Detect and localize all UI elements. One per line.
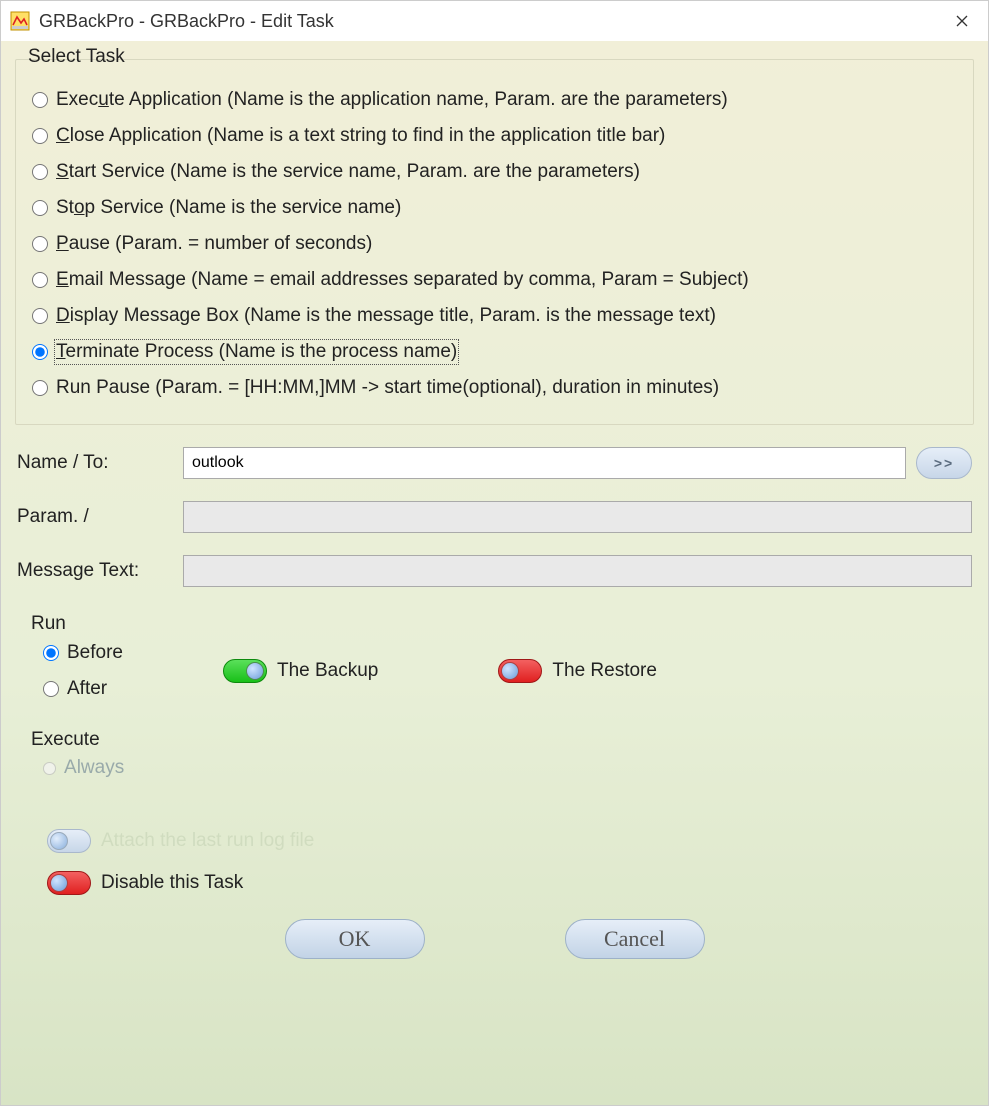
window: GRBackPro - GRBackPro - Edit Task Select… bbox=[0, 0, 989, 1106]
window-title: GRBackPro - GRBackPro - Edit Task bbox=[39, 11, 334, 32]
titlebar: GRBackPro - GRBackPro - Edit Task bbox=[1, 1, 988, 41]
select-task-legend: Select Task bbox=[24, 46, 129, 68]
app-icon bbox=[9, 10, 31, 32]
task-option-radio[interactable] bbox=[32, 128, 48, 144]
run-before-label: Before bbox=[67, 642, 123, 664]
task-option-row: Run Pause (Param. = [HH:MM,]MM -> start … bbox=[32, 370, 961, 406]
task-option-row: Pause (Param. = number of seconds) bbox=[32, 226, 961, 262]
run-section: Run Before After The Backup bbox=[31, 613, 968, 703]
run-after-radio[interactable] bbox=[43, 681, 59, 697]
task-option-radio[interactable] bbox=[32, 236, 48, 252]
attach-log-toggle bbox=[47, 829, 91, 853]
task-option-label: Stop Service (Name is the service name) bbox=[56, 197, 401, 219]
task-option-radio[interactable] bbox=[32, 380, 48, 396]
param-row: Param. / bbox=[17, 493, 972, 541]
task-option-row: Display Message Box (Name is the message… bbox=[32, 298, 961, 334]
close-icon[interactable] bbox=[944, 3, 980, 39]
run-title: Run bbox=[31, 613, 968, 635]
select-task-group: Select Task Execute Application (Name is… bbox=[15, 59, 974, 425]
task-option-label: Email Message (Name = email addresses se… bbox=[56, 269, 749, 291]
task-option-radio[interactable] bbox=[32, 308, 48, 324]
param-label: Param. / bbox=[17, 506, 183, 528]
run-before-radio[interactable] bbox=[43, 645, 59, 661]
cancel-button[interactable]: Cancel bbox=[565, 919, 705, 959]
task-option-label: Display Message Box (Name is the message… bbox=[56, 305, 716, 327]
always-label: Always bbox=[64, 757, 124, 779]
task-option-radio[interactable] bbox=[32, 200, 48, 216]
always-radio bbox=[43, 762, 56, 775]
dialog-content: Select Task Execute Application (Name is… bbox=[1, 41, 988, 1105]
name-label: Name / To: bbox=[17, 452, 183, 474]
backup-toggle[interactable] bbox=[223, 659, 267, 683]
task-option-label: Pause (Param. = number of seconds) bbox=[56, 233, 372, 255]
task-option-radio[interactable] bbox=[32, 92, 48, 108]
task-option-label: Terminate Process (Name is the process n… bbox=[56, 341, 457, 363]
name-input[interactable] bbox=[183, 447, 906, 479]
task-option-label: Close Application (Name is a text string… bbox=[56, 125, 665, 147]
task-option-radio[interactable] bbox=[32, 164, 48, 180]
task-option-row: Stop Service (Name is the service name) bbox=[32, 190, 961, 226]
disable-task-label: Disable this Task bbox=[101, 872, 243, 894]
message-row: Message Text: bbox=[17, 547, 972, 595]
execute-title: Execute bbox=[31, 729, 968, 751]
task-option-row: Start Service (Name is the service name,… bbox=[32, 154, 961, 190]
attach-log-label: Attach the last run log file bbox=[101, 830, 314, 852]
param-input bbox=[183, 501, 972, 533]
execute-section: Execute Always bbox=[31, 729, 968, 779]
browse-button[interactable]: >> bbox=[916, 447, 972, 479]
backup-label: The Backup bbox=[277, 660, 378, 682]
task-option-row: Execute Application (Name is the applica… bbox=[32, 82, 961, 118]
disable-task-toggle[interactable] bbox=[47, 871, 91, 895]
task-option-row: Terminate Process (Name is the process n… bbox=[32, 334, 961, 370]
restore-toggle[interactable] bbox=[498, 659, 542, 683]
message-input bbox=[183, 555, 972, 587]
task-option-radio[interactable] bbox=[32, 272, 48, 288]
name-row: Name / To: >> bbox=[17, 439, 972, 487]
restore-label: The Restore bbox=[552, 660, 657, 682]
message-label: Message Text: bbox=[17, 560, 183, 582]
task-option-radio[interactable] bbox=[32, 344, 48, 360]
buttons-row: OK Cancel bbox=[13, 919, 976, 959]
task-option-row: Email Message (Name = email addresses se… bbox=[32, 262, 961, 298]
ok-button[interactable]: OK bbox=[285, 919, 425, 959]
bottom-toggles: Attach the last run log file Disable thi… bbox=[47, 829, 968, 895]
run-after-label: After bbox=[67, 678, 107, 700]
task-option-row: Close Application (Name is a text string… bbox=[32, 118, 961, 154]
task-option-label: Run Pause (Param. = [HH:MM,]MM -> start … bbox=[56, 377, 719, 399]
task-option-label: Start Service (Name is the service name,… bbox=[56, 161, 640, 183]
task-option-label: Execute Application (Name is the applica… bbox=[56, 89, 728, 111]
